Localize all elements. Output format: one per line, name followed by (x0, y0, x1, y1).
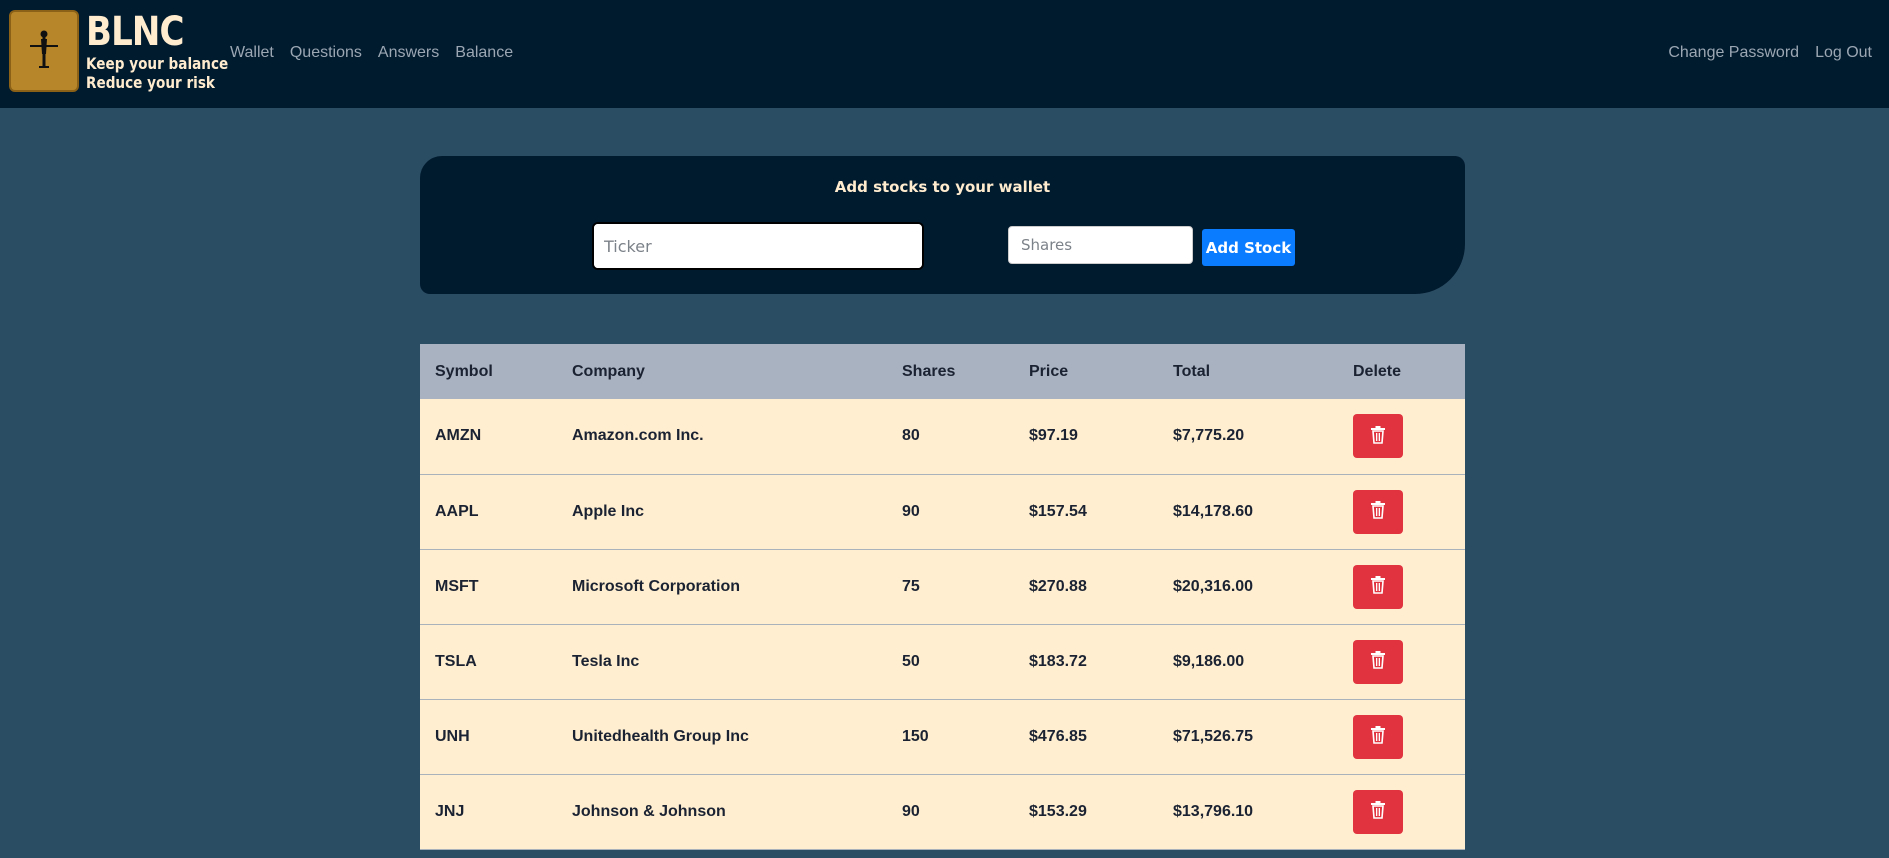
header-delete: Delete (1353, 362, 1402, 380)
cell-total: $20,316.00 (1173, 577, 1254, 595)
add-stock-title: Add stocks to your wallet (834, 178, 1051, 196)
navbar: BLNC Keep your balance Reduce your risk … (0, 0, 1889, 108)
cell-price: $270.88 (1029, 577, 1087, 595)
cell-symbol: AAPL (435, 502, 479, 520)
logo[interactable] (9, 10, 79, 92)
cell-shares: 90 (902, 802, 920, 820)
brand: BLNC Keep your balance Reduce your risk (86, 10, 253, 92)
delete-button[interactable] (1353, 564, 1403, 609)
table-row: AMZN Amazon.com Inc. 80 $97.19 $7,775.20 (420, 399, 1465, 474)
nav-balance[interactable]: Balance (455, 44, 513, 62)
header-shares: Shares (902, 362, 956, 380)
trash-icon (1370, 801, 1386, 822)
cell-company: Unitedhealth Group Inc (572, 727, 749, 745)
cell-shares: 50 (902, 652, 920, 670)
table-row: JNJ Johnson & Johnson 90 $153.29 $13,796.10 (420, 774, 1465, 849)
cell-shares: 80 (902, 427, 920, 445)
cell-symbol: AMZN (435, 427, 482, 445)
cell-price: $97.19 (1029, 427, 1078, 445)
table-row: UNH Unitedhealth Group Inc 150 $476.85 $71,5… (420, 699, 1465, 774)
brand-tagline-2: Reduce your risk (86, 73, 215, 92)
cell-total: $71,526.75 (1173, 727, 1254, 745)
delete-button[interactable] (1353, 639, 1403, 684)
cell-company: Tesla Inc (572, 652, 640, 670)
cell-symbol: MSFT (435, 577, 479, 595)
cell-symbol: JNJ (435, 802, 465, 820)
ticker-input[interactable] (592, 222, 924, 270)
nav-change-password[interactable]: Change Password (1668, 44, 1799, 62)
delete-button[interactable] (1353, 414, 1403, 459)
cell-price: $153.29 (1029, 802, 1087, 820)
cell-company: Apple Inc (572, 502, 645, 520)
table-row: TSLA Tesla Inc 50 $183.72 $9,186.00 (420, 624, 1465, 699)
table-body: AMZN Amazon.com Inc. 80 $97.19 $7,775.20 AAPL… (420, 399, 1465, 849)
delete-button[interactable] (1353, 789, 1403, 834)
trash-icon (1370, 576, 1386, 597)
header-company: Company (572, 362, 645, 380)
table-row: MSFT Microsoft Corporation 75 $270.88 $20,31… (420, 549, 1465, 624)
nav-right: Change Password Log Out (1668, 44, 1872, 62)
cell-delete (1338, 624, 1465, 699)
cell-shares: 75 (902, 577, 920, 595)
header-total: Total (1173, 362, 1211, 380)
cell-delete (1338, 549, 1465, 624)
trash-icon (1370, 501, 1386, 522)
table-row: AAPL Apple Inc 90 $157.54 $14,178.60 (420, 474, 1465, 549)
cell-total: $14,178.60 (1173, 502, 1254, 520)
stock-table: Symbol Company Shares Price Total Delete… (420, 344, 1465, 850)
header-symbol: Symbol (435, 362, 493, 380)
nav-links: Wallet Questions Answers Balance (230, 44, 513, 62)
brand-title: BLNC (86, 9, 184, 55)
delete-button[interactable] (1353, 489, 1403, 534)
trash-icon (1370, 651, 1386, 672)
add-stock-button[interactable]: Add Stock (1202, 229, 1295, 266)
header-price: Price (1029, 362, 1069, 380)
balance-figure-icon (30, 30, 58, 68)
trash-icon (1370, 726, 1386, 747)
cell-price: $476.85 (1029, 727, 1087, 745)
delete-button[interactable] (1353, 714, 1403, 759)
nav-wallet[interactable]: Wallet (230, 44, 274, 62)
cell-total: $13,796.10 (1173, 802, 1254, 820)
cell-company: Microsoft Corporation (572, 577, 740, 595)
cell-total: $7,775.20 (1173, 427, 1245, 445)
cell-delete (1338, 699, 1465, 774)
table-header-row: Symbol Company Shares Price Total Delete (420, 344, 1465, 399)
cell-price: $157.54 (1029, 502, 1087, 520)
cell-symbol: TSLA (435, 652, 477, 670)
cell-shares: 90 (902, 502, 920, 520)
cell-delete (1338, 399, 1465, 474)
add-stock-panel: Add stocks to your wallet Add Stock (420, 156, 1465, 294)
cell-price: $183.72 (1029, 652, 1087, 670)
brand-tagline-1: Keep your balance (86, 54, 229, 73)
cell-company: Johnson & Johnson (572, 802, 726, 820)
cell-delete (1338, 774, 1465, 849)
cell-delete (1338, 474, 1465, 549)
shares-input[interactable] (1008, 226, 1193, 264)
nav-questions[interactable]: Questions (290, 44, 362, 62)
nav-answers[interactable]: Answers (378, 44, 439, 62)
cell-symbol: UNH (435, 727, 470, 745)
cell-total: $9,186.00 (1173, 652, 1245, 670)
trash-icon (1370, 425, 1386, 447)
cell-company: Amazon.com Inc. (572, 427, 704, 445)
nav-log-out[interactable]: Log Out (1815, 44, 1872, 62)
cell-shares: 150 (902, 727, 929, 745)
